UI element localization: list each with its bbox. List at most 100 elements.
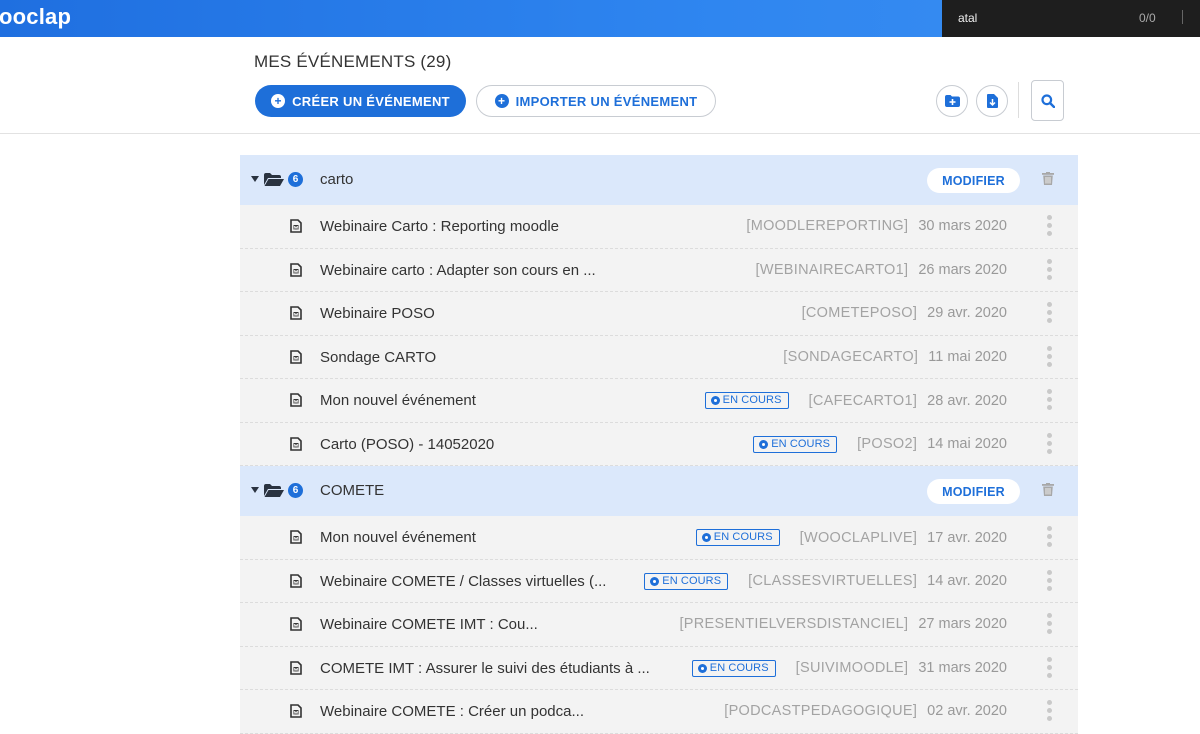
import-event-button[interactable]: + IMPORTER UN ÉVÉNEMENT [476, 85, 716, 117]
event-row[interactable]: COMETE IMT : Assurer le suivi des étudia… [240, 646, 1078, 690]
event-name[interactable]: Webinaire carto : Adapter son cours en .… [320, 262, 596, 279]
find-divider [1182, 10, 1192, 24]
document-icon [290, 436, 302, 456]
event-date: 29 avr. 2020 [927, 305, 1007, 321]
more-options-icon[interactable] [1046, 345, 1052, 367]
live-broadcast-icon [697, 663, 707, 673]
folder-plus-icon [944, 95, 960, 107]
event-name[interactable]: Sondage CARTO [320, 349, 436, 366]
trash-icon[interactable] [1042, 172, 1054, 190]
event-meta: EN COURS [CAFECARTO1] 28 avr. 2020 [704, 392, 1007, 409]
event-date: 28 avr. 2020 [927, 392, 1007, 409]
import-file-button[interactable] [976, 85, 1008, 117]
event-row[interactable]: Mon nouvel événement EN COURS [CAFECARTO1]… [240, 379, 1078, 423]
more-options-icon[interactable] [1046, 432, 1052, 454]
event-name[interactable]: COMETE IMT : Assurer le suivi des étudia… [320, 660, 650, 677]
more-options-icon[interactable] [1046, 569, 1052, 591]
more-options-icon[interactable] [1046, 389, 1052, 410]
event-meta: [WEBINAIRECARTO1] 26 mars 2020 [756, 262, 1008, 278]
event-meta: EN COURS [POSO2] 14 mai 2020 [753, 435, 1007, 453]
event-row[interactable]: Webinaire Carto : Reporting moodle [MOODL… [240, 205, 1078, 249]
event-row[interactable]: Mon nouvel événement EN COURS [WOOCLAPLIVE… [240, 516, 1078, 560]
top-bar: ooclap atal 0/0 [0, 0, 1200, 37]
event-code: [CLASSESVIRTUELLES] [748, 573, 918, 589]
event-row[interactable]: Sondage CARTO [SONDAGECARTO] 11 mai 2020 [240, 335, 1078, 379]
event-name[interactable]: Webinaire Carto : Reporting moodle [320, 218, 559, 235]
plus-circle-icon: + [494, 94, 509, 108]
more-options-icon[interactable] [1046, 302, 1052, 323]
event-meta: [COMETEPOSO] 29 avr. 2020 [802, 305, 1007, 321]
event-code: [WEBINAIRECARTO1] [755, 261, 909, 278]
create-event-label: CRÉER UN ÉVÉNEMENT [292, 93, 450, 109]
event-code: [SONDAGECARTO] [783, 348, 919, 365]
live-status-badge: EN COURS [695, 529, 780, 546]
event-code: [SUIVIMOODLE] [795, 660, 909, 676]
more-options-icon[interactable] [1046, 258, 1052, 280]
folder-open-icon [264, 173, 284, 191]
event-name[interactable]: Mon nouvel événement [320, 392, 476, 409]
event-name[interactable]: Carto (POSO) - 14052020 [320, 436, 494, 453]
folder-name[interactable]: carto [320, 171, 353, 188]
event-name[interactable]: Mon nouvel événement [320, 529, 476, 546]
event-code: [PRESENTIELVERSDISTANCIEL] [679, 616, 909, 632]
event-name[interactable]: Webinaire COMETE IMT : Cou... [320, 616, 538, 633]
document-icon [290, 530, 302, 549]
document-icon [290, 219, 302, 238]
live-broadcast-icon [701, 533, 711, 542]
live-status-badge: EN COURS [753, 435, 838, 453]
more-options-icon[interactable] [1046, 656, 1052, 678]
event-code: [CAFECARTO1] [808, 392, 918, 409]
caret-down-icon[interactable] [251, 176, 259, 182]
trash-icon[interactable] [1042, 483, 1054, 501]
search-icon [1040, 93, 1055, 108]
event-row[interactable]: Webinaire carto : Adapter son cours en .… [240, 248, 1078, 292]
find-panel[interactable]: atal 0/0 [942, 0, 1200, 37]
import-event-label: IMPORTER UN ÉVÉNEMENT [515, 93, 698, 109]
event-date: 11 mai 2020 [928, 348, 1007, 365]
event-row[interactable]: Carto (POSO) - 14052020 EN COURS [POSO2] 14… [240, 422, 1078, 466]
document-icon [290, 306, 302, 325]
event-row[interactable]: Webinaire COMETE IMT : Cou... [PRESENTIEL… [240, 603, 1078, 647]
find-query[interactable]: atal [958, 11, 977, 25]
event-date: 27 mars 2020 [918, 616, 1007, 632]
event-name[interactable]: Webinaire COMETE / Classes virtuelles (.… [320, 573, 606, 590]
more-options-icon[interactable] [1046, 526, 1052, 547]
event-meta: [MOODLEREPORTING] 30 mars 2020 [746, 218, 1007, 234]
folder-count-badge: 6 [288, 483, 303, 498]
folder-row[interactable]: 6 carto MODIFIER [240, 155, 1078, 205]
event-meta: EN COURS [CLASSESVIRTUELLES] 14 avr. 2020 [644, 572, 1007, 590]
modify-folder-button[interactable]: MODIFIER [927, 168, 1020, 193]
event-row[interactable]: Webinaire POSO [COMETEPOSO] 29 avr. 2020 [240, 292, 1078, 336]
live-broadcast-icon [759, 439, 769, 449]
document-icon [290, 393, 302, 412]
toolbar-divider [1018, 82, 1019, 118]
new-folder-button[interactable] [936, 85, 968, 117]
live-status-label: EN COURS [722, 394, 782, 406]
document-icon [290, 704, 302, 723]
file-import-icon [986, 94, 998, 108]
event-row[interactable]: Webinaire COMETE / Classes virtuelles (.… [240, 559, 1078, 603]
caret-down-icon[interactable] [251, 487, 259, 493]
create-event-button[interactable]: + CRÉER UN ÉVÉNEMENT [255, 85, 466, 117]
plus-circle-icon: + [271, 94, 286, 108]
document-icon [290, 262, 302, 282]
event-date: 26 mars 2020 [918, 261, 1007, 278]
event-name[interactable]: Webinaire POSO [320, 305, 435, 322]
event-name[interactable]: Webinaire COMETE : Créer un podca... [320, 703, 584, 720]
live-status-label: EN COURS [771, 437, 831, 450]
live-status-badge: EN COURS [691, 659, 776, 677]
folder-name[interactable]: COMETE [320, 482, 384, 499]
event-date: 17 avr. 2020 [927, 529, 1007, 546]
search-button[interactable] [1031, 80, 1064, 121]
more-options-icon[interactable] [1046, 613, 1052, 634]
folder-row[interactable]: 6 COMETE MODIFIER [240, 466, 1078, 516]
event-code: [POSO2] [857, 436, 918, 452]
more-options-icon[interactable] [1046, 215, 1052, 236]
live-broadcast-icon [710, 396, 720, 405]
event-meta: [PRESENTIELVERSDISTANCIEL] 27 mars 2020 [679, 616, 1007, 632]
app-logo[interactable]: ooclap [0, 4, 71, 30]
more-options-icon[interactable] [1046, 700, 1052, 721]
modify-folder-button[interactable]: MODIFIER [927, 479, 1020, 504]
event-meta: [PODCASTPEDAGOGIQUE] 02 avr. 2020 [724, 703, 1007, 719]
event-row[interactable]: Webinaire COMETE : Créer un podca... [POD… [240, 690, 1078, 734]
